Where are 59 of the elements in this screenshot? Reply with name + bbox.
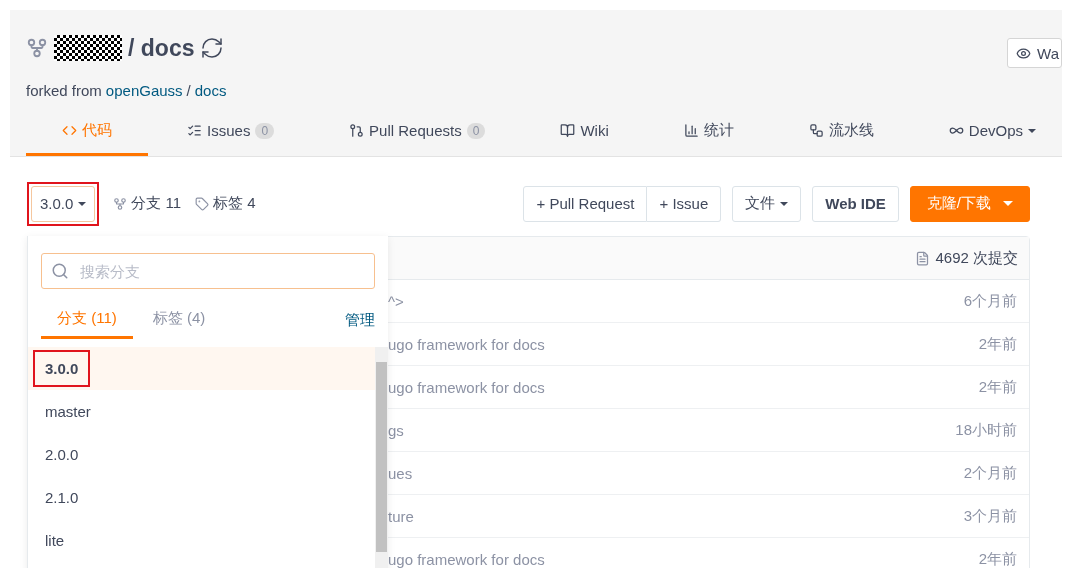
branch-name: 2.1.0: [44, 488, 80, 508]
watch-button[interactable]: Wa: [1007, 38, 1062, 68]
commit-message: ues: [388, 464, 413, 482]
commit-time: 2个月前: [963, 463, 1017, 483]
branches-link[interactable]: 分支 11: [113, 194, 182, 213]
bar-chart-icon: [683, 123, 699, 138]
commit-message: ture: [388, 507, 414, 525]
eye-icon: [1016, 45, 1032, 61]
path-separator: /: [186, 82, 191, 99]
nav-tab[interactable]: 流水线: [772, 108, 910, 156]
pipeline-icon: [808, 123, 824, 138]
search-icon: [51, 262, 69, 280]
branch-icon: [113, 196, 128, 211]
branch-item[interactable]: 3.0.0: [28, 347, 375, 390]
commit-time: 2年前: [978, 334, 1017, 354]
nav-tab[interactable]: Issues 0: [151, 108, 311, 156]
redacted-block: [54, 35, 122, 61]
repo-title: / docs: [128, 34, 195, 62]
commit-count[interactable]: 4692 次提交: [915, 248, 1018, 268]
branch-select-button[interactable]: 3.0.0: [31, 185, 96, 222]
count-badge: 0: [466, 122, 486, 139]
branch-name: 2.0.0: [44, 445, 80, 465]
new-issue-button[interactable]: + Issue: [647, 185, 722, 222]
commit-time: 18小时前: [955, 420, 1017, 440]
new-pull-request-button[interactable]: + Pull Request: [523, 185, 648, 222]
commit-time: 2年前: [978, 549, 1017, 568]
count-badge: 0: [255, 122, 275, 139]
fork-owner-link[interactable]: openGauss: [105, 82, 183, 99]
fork-icon: [26, 37, 48, 59]
commit-message: ugo framework for docs: [388, 335, 545, 353]
branch-name: master: [44, 402, 92, 422]
tags-link[interactable]: 标签 4: [195, 194, 256, 213]
fork-repo-link[interactable]: docs: [194, 82, 227, 99]
forked-from-text: forked from: [26, 82, 102, 99]
book-icon: [560, 123, 576, 138]
commit-message: ugo framework for docs: [388, 378, 545, 396]
pull-request-icon: [349, 123, 365, 138]
commit-time: 3个月前: [963, 506, 1017, 526]
nav-tab[interactable]: Pull Requests 0: [313, 108, 522, 156]
commit-message: gs: [388, 421, 404, 439]
branch-name: lite: [44, 531, 66, 551]
nav-tab[interactable]: DevOps: [912, 108, 1062, 156]
scrollbar[interactable]: [375, 347, 388, 568]
commit-time: 6个月前: [963, 291, 1017, 311]
nav-tab[interactable]: Wiki: [524, 108, 645, 156]
manage-link[interactable]: 管理: [345, 310, 375, 330]
commit-message: ugo framework for docs: [388, 550, 545, 568]
web-ide-button[interactable]: Web IDE: [812, 185, 899, 222]
search-field[interactable]: 搜索分支: [41, 253, 375, 289]
commit-message: ^>: [388, 292, 404, 310]
document-icon: [915, 250, 931, 266]
code-icon: [62, 123, 77, 138]
checklist-icon: [187, 123, 203, 138]
commit-time: 2年前: [978, 377, 1017, 397]
file-menu-button[interactable]: 文件: [732, 185, 802, 222]
nav-tab[interactable]: 统计: [647, 108, 770, 156]
highlighted-branch-name: 3.0.0: [33, 350, 91, 387]
sync-icon[interactable]: [200, 36, 225, 60]
tag-icon: [195, 196, 210, 211]
